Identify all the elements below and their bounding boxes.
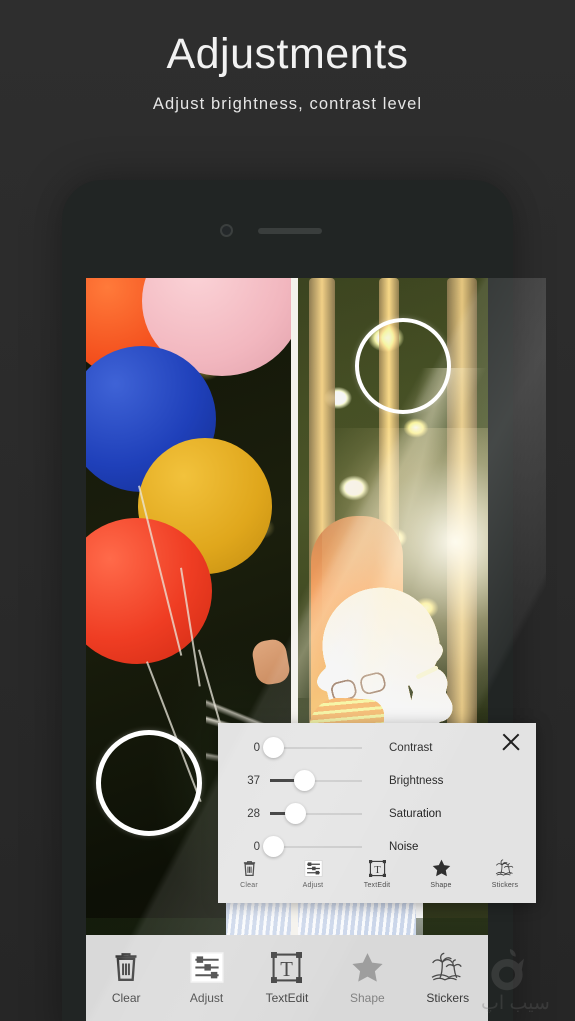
svg-text:سیب اپ: سیب اپ [481, 993, 550, 1013]
slider-knob-brightness[interactable] [293, 770, 315, 791]
slider-value-brightness: 37 [247, 774, 260, 787]
palm-tree-icon [482, 857, 528, 879]
page-title: Adjustments [166, 30, 409, 78]
svg-text:T: T [374, 864, 381, 875]
slider-row-saturation: 28 Saturation [218, 797, 536, 830]
panel-tool-textedit[interactable]: T TextEdit [354, 857, 400, 889]
panel-tool-shape[interactable]: Shape [418, 857, 464, 889]
front-camera-dot-icon [220, 224, 233, 237]
panel-toolbar: Clear Adjust T TextEdit Shape Stickers [218, 853, 536, 903]
toolbar-item-label: Clear [111, 991, 141, 1005]
panel-tool-label: Shape [430, 882, 452, 889]
panel-tool-stickers[interactable]: Stickers [482, 857, 528, 889]
sliders-icon [290, 857, 336, 879]
overlay-circle-top[interactable] [355, 318, 451, 414]
text-icon: T [254, 947, 320, 987]
slider-label-saturation: Saturation [389, 807, 442, 820]
slider-label-contrast: Contrast [389, 741, 433, 754]
slider-track-noise[interactable] [263, 836, 362, 857]
toolbar-item-textedit[interactable]: T TextEdit [254, 947, 320, 1005]
overlay-circle-bottom[interactable] [96, 730, 202, 836]
slider-track-contrast[interactable] [263, 737, 362, 758]
toolbar-item-label: TextEdit [265, 991, 309, 1005]
apple-logo-watermark-icon: سیب اپ [463, 939, 567, 1013]
slider-label-brightness: Brightness [389, 774, 444, 787]
panel-tool-adjust[interactable]: Adjust [290, 857, 336, 889]
panel-tool-label: TextEdit [363, 882, 391, 889]
slider-track-saturation[interactable] [270, 803, 362, 824]
star-icon [418, 857, 464, 879]
trash-icon [93, 947, 159, 987]
toolbar-item-label: Shape [350, 991, 385, 1005]
phone-screen [86, 278, 488, 1021]
toolbar-item-label: Adjust [189, 991, 224, 1005]
toolbar-item-clear[interactable]: Clear [93, 947, 159, 1005]
sliders-icon [174, 947, 240, 987]
bottom-toolbar: Clear Adjust T TextEdit Shape Stickers [86, 935, 488, 1021]
slider-value-noise: 0 [253, 840, 260, 853]
text-icon: T [354, 857, 400, 879]
slider-value-saturation: 28 [247, 807, 260, 820]
slider-track-brightness[interactable] [270, 770, 362, 791]
svg-text:T: T [281, 958, 294, 980]
slider-row-contrast: 0 Contrast [218, 731, 536, 764]
photo-canvas[interactable] [86, 278, 488, 1021]
slider-knob-saturation[interactable] [285, 803, 307, 824]
panel-tool-label: Stickers [491, 882, 519, 889]
slider-list: 0 Contrast 37 Brightness 28 Saturation 0… [218, 731, 536, 863]
star-icon [334, 947, 400, 987]
slider-label-noise: Noise [389, 840, 419, 853]
panel-tool-label: Adjust [302, 882, 324, 889]
slider-knob-contrast[interactable] [263, 737, 285, 758]
toolbar-item-shape[interactable]: Shape [334, 947, 400, 1005]
page-root: Adjustments Adjust brightness, contrast … [0, 0, 575, 1021]
panel-tool-label: Clear [240, 882, 258, 889]
panel-tool-clear[interactable]: Clear [226, 857, 272, 889]
page-subtitle: Adjust brightness, contrast level [152, 95, 423, 113]
slider-value-contrast: 0 [253, 741, 260, 754]
slider-row-brightness: 37 Brightness [218, 764, 536, 797]
earpiece-speaker-icon [258, 228, 322, 234]
toolbar-item-adjust[interactable]: Adjust [174, 947, 240, 1005]
header: Adjustments Adjust brightness, contrast … [0, 0, 575, 114]
before-after-divider[interactable] [291, 278, 298, 1021]
trash-icon [226, 857, 272, 879]
adjustments-panel: 0 Contrast 37 Brightness 28 Saturation 0… [218, 723, 536, 903]
